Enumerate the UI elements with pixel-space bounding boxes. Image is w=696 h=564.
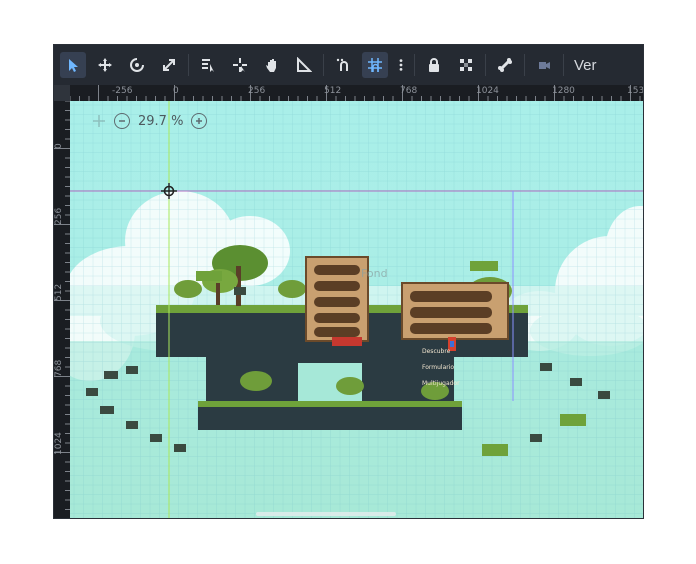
scale-tool-button[interactable] xyxy=(156,52,182,78)
rotate-icon xyxy=(130,58,144,72)
toolbar-separator xyxy=(563,54,564,76)
lower-platform xyxy=(198,404,462,430)
group-icon xyxy=(460,59,472,71)
list-select-icon xyxy=(202,59,214,72)
lock-icon xyxy=(429,58,439,72)
editor-toolbar: Ver xyxy=(54,45,643,85)
canvas-editor: Ver -256 0 256 512 768 1024 1280 153 0 2… xyxy=(53,44,644,519)
pivot-icon xyxy=(233,58,247,72)
ruler-label: 768 xyxy=(400,86,418,96)
pivot-tool-button[interactable] xyxy=(227,52,253,78)
menu-option-2: Formulario xyxy=(422,364,455,371)
ruler-label: 1024 xyxy=(476,86,499,96)
ruler-label: 256 xyxy=(54,207,64,225)
zoom-level-label[interactable]: 29.7 % xyxy=(138,114,183,129)
grid-snap-icon xyxy=(368,58,382,72)
minus-icon xyxy=(119,120,125,122)
ruler-tool-button[interactable] xyxy=(291,52,317,78)
skeleton-button[interactable] xyxy=(492,52,518,78)
smart-snap-icon xyxy=(336,58,348,71)
more-vertical-icon xyxy=(399,59,403,71)
camera-icon xyxy=(539,62,550,69)
toolbar-separator xyxy=(414,54,415,76)
ruler-ticks xyxy=(54,101,70,510)
rotate-tool-button[interactable] xyxy=(124,52,150,78)
select-tool-button[interactable] xyxy=(60,52,86,78)
plus-icon xyxy=(196,118,203,124)
menu-option-1: Descubre xyxy=(422,348,451,355)
ruler-icon xyxy=(297,57,312,72)
red-sprite xyxy=(332,337,362,346)
snap-options-menu[interactable] xyxy=(394,52,408,78)
zoom-out-button[interactable] xyxy=(114,113,130,129)
group-button[interactable] xyxy=(453,52,479,78)
crosshair-icon xyxy=(93,115,105,127)
lock-button[interactable] xyxy=(421,52,447,78)
ruler-label: 512 xyxy=(54,283,64,301)
menu-sign-left xyxy=(305,256,369,342)
toolbar-separator xyxy=(323,54,324,76)
ruler-label: 256 xyxy=(248,86,266,96)
ruler-corner xyxy=(54,85,70,101)
ruler-label: 1024 xyxy=(54,432,64,455)
toolbar-separator xyxy=(485,54,486,76)
zoom-reset-button[interactable] xyxy=(92,114,106,128)
ruler-label: -256 xyxy=(112,86,133,96)
scene-viewport[interactable]: 29.7 % Fond Descubre Formulario Multijug… xyxy=(70,101,643,518)
list-select-tool-button[interactable] xyxy=(195,52,221,78)
ruler-label: 153 xyxy=(627,86,644,96)
menu-sign-right xyxy=(401,282,509,340)
lower-platform-grass xyxy=(198,401,462,407)
camera-override-button[interactable] xyxy=(531,52,557,78)
hand-icon xyxy=(266,59,276,72)
scale-icon xyxy=(163,59,175,71)
smart-snap-toggle[interactable] xyxy=(330,52,356,78)
toolbar-separator xyxy=(524,54,525,76)
zoom-controls: 29.7 % xyxy=(92,113,208,129)
vertical-ruler[interactable]: 0 256 512 768 1024 xyxy=(54,101,70,518)
horizontal-ruler[interactable]: -256 0 256 512 768 1024 1280 153 xyxy=(70,85,644,101)
zoom-in-button[interactable] xyxy=(191,113,208,129)
level-scene xyxy=(70,101,643,518)
view-menu-button[interactable]: Ver xyxy=(574,57,597,74)
ghost-label: Fond xyxy=(361,267,388,280)
ruler-label: 1280 xyxy=(552,86,575,96)
ruler-label: 0 xyxy=(173,86,179,96)
ruler-label: 768 xyxy=(54,359,64,377)
move-icon xyxy=(98,58,112,72)
move-tool-button[interactable] xyxy=(92,52,118,78)
ruler-label: 512 xyxy=(324,86,342,96)
arrow-pointer-icon xyxy=(69,59,78,72)
player-sprite-detail xyxy=(450,341,454,347)
bone-icon xyxy=(498,58,512,72)
toolbar-separator xyxy=(188,54,189,76)
pan-tool-button[interactable] xyxy=(259,52,285,78)
menu-option-3: Multijugador xyxy=(422,380,460,387)
ruler-label: 0 xyxy=(54,143,64,149)
horizontal-scrollbar[interactable] xyxy=(256,512,396,516)
grid-snap-toggle[interactable] xyxy=(362,52,388,78)
